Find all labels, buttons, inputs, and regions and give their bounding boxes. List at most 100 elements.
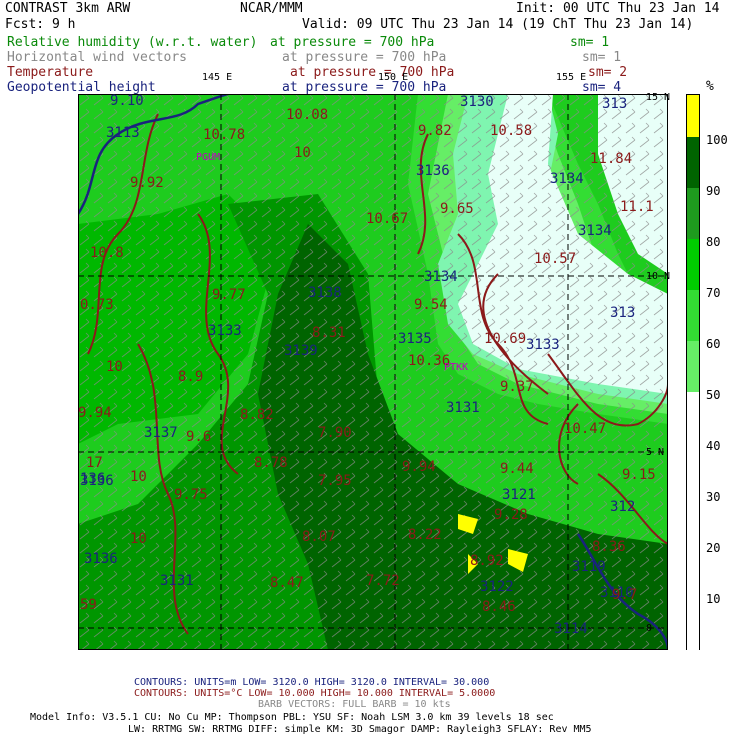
temp-label: 10 (106, 359, 123, 375)
height-label: 3133 (208, 323, 242, 339)
lon-label-155: 155 E (556, 72, 587, 83)
barb-info: BARB VECTORS: FULL BARB = 10 kts (258, 699, 451, 710)
height-label: 3113 (106, 125, 140, 141)
temp-label: 8.36 (592, 539, 626, 555)
temp-label: 10.69 (484, 331, 527, 347)
temp-label: 9.94 (78, 405, 112, 421)
temp-label: 136 (80, 471, 106, 487)
temp-label: 0.73 (80, 297, 114, 313)
init-time: Init: 00 UTC Thu 23 Jan 14 (516, 1, 720, 16)
temp-label: 9.7 (612, 587, 638, 603)
height-label: 3130 (460, 94, 494, 110)
colorbar-tick: 80 (706, 235, 721, 249)
field-height-level: at pressure = 700 hPa (282, 80, 447, 95)
temp-label: 8.07 (302, 529, 336, 545)
temp-label: 8.46 (482, 599, 516, 615)
temp-label: 8.47 (270, 575, 304, 591)
temp-label: 9.92 (130, 175, 164, 191)
temp-label: 8.31 (312, 325, 346, 341)
colorbar-tick: 60 (706, 337, 721, 351)
field-rh-name: Relative humidity (w.r.t. water) (7, 35, 258, 50)
temp-label: 10.58 (490, 123, 533, 139)
field-wind-name: Horizontal wind vectors (7, 50, 188, 65)
field-temp-level: at pressure = 700 hPa (290, 65, 455, 80)
field-temp-name: Temperature (7, 65, 94, 80)
temp-label: 8.82 (240, 407, 274, 423)
model-title: CONTRAST 3km ARW (5, 1, 131, 16)
height-label: 3134 (424, 269, 458, 285)
field-wind-sm: sm= 1 (582, 50, 622, 65)
colorbar-tick: 10 (706, 592, 721, 606)
field-rh-level: at pressure = 700 hPa (270, 35, 435, 50)
temp-label: 11.1 (620, 199, 654, 215)
field-temp-sm: sm= 2 (588, 65, 628, 80)
temp-label: 9.10 (110, 93, 144, 109)
temp-label: 9.44 (500, 461, 534, 477)
height-label: 3134 (578, 223, 612, 239)
contour-info-temp: CONTOURS: UNITS=°C LOW= 10.000 HIGH= 10.… (134, 688, 496, 699)
height-label: 3119 (572, 559, 606, 575)
center-title: NCAR/MMM (240, 1, 303, 16)
temp-label: 10.78 (203, 127, 246, 143)
colorbar-segment (687, 290, 699, 341)
colorbar-segment (687, 137, 699, 188)
height-label: 3139 (284, 343, 318, 359)
height-label: 3121 (502, 487, 536, 503)
station-pgum: PGUM (196, 152, 221, 163)
height-label: 313 (610, 305, 636, 321)
colorbar-tick: 70 (706, 286, 721, 300)
lat-label-5n: 5 N (646, 447, 665, 458)
temp-label: 9.94 (402, 459, 436, 475)
temp-label: 8.22 (408, 527, 442, 543)
valid-time: Valid: 09 UTC Thu 23 Jan 14 (19 ChT Thu … (302, 17, 694, 32)
height-label: 312 (610, 499, 636, 515)
temp-label: 10.67 (366, 211, 409, 227)
temp-label: 7.90 (318, 425, 352, 441)
height-label: 3134 (550, 171, 584, 187)
colorbar-tick: 40 (706, 439, 721, 453)
height-label: 3133 (526, 337, 560, 353)
temp-label: 8.9 (178, 369, 204, 385)
temp-label: 59 (80, 597, 97, 613)
height-label: 313 (602, 96, 628, 112)
temp-label: 11.84 (590, 151, 633, 167)
height-label: 3138 (308, 285, 342, 301)
temp-label: 10 (294, 145, 311, 161)
temp-label: 9.37 (500, 379, 534, 395)
height-label: 3131 (160, 573, 194, 589)
colorbar-segment (687, 341, 699, 392)
height-label: 3135 (398, 331, 432, 347)
field-rh-sm: sm= 1 (570, 35, 610, 50)
model-info-1: Model Info: V3.5.1 CU: No Cu MP: Thompso… (30, 712, 554, 723)
height-label: 3131 (446, 400, 480, 416)
colorbar-segment (687, 188, 699, 239)
lon-label-150: 150 E (378, 72, 409, 83)
temp-label: 9.6 (186, 429, 212, 445)
temp-label: 7.72 (366, 573, 400, 589)
temp-label: 17 (86, 455, 103, 471)
height-label: 3122 (480, 579, 514, 595)
temp-label: 9.75 (174, 487, 208, 503)
colorbar-segment (687, 392, 699, 651)
lat-label-0: 0 (646, 623, 653, 634)
height-label: 3137 (144, 425, 178, 441)
model-info-2: LW: RRTMG SW: RRTMG DIFF: simple KM: 3D … (128, 724, 592, 735)
colorbar-unit: % (706, 79, 714, 94)
lat-label-10n: 10 N (646, 271, 671, 282)
temp-label: 9.77 (212, 287, 246, 303)
colorbar-segment (687, 239, 699, 290)
temp-label: 10.08 (286, 107, 329, 123)
temp-label: 10.57 (534, 251, 577, 267)
contour-info-height: CONTOURS: UNITS=m LOW= 3120.0 HIGH= 3120… (134, 677, 490, 688)
colorbar-tick: 20 (706, 541, 721, 555)
forecast-hour: Fcst: 9 h (5, 17, 76, 32)
temp-label: 10.47 (564, 421, 607, 437)
temp-label: 9.54 (414, 297, 448, 313)
temp-label: 10 (130, 531, 147, 547)
height-label: 3136 (416, 163, 450, 179)
temp-label: 10.8 (90, 245, 124, 261)
temp-label: 8.78 (254, 455, 288, 471)
colorbar-tick: 50 (706, 388, 721, 402)
height-label: 3114 (554, 621, 588, 637)
temp-label: 9.28 (494, 507, 528, 523)
